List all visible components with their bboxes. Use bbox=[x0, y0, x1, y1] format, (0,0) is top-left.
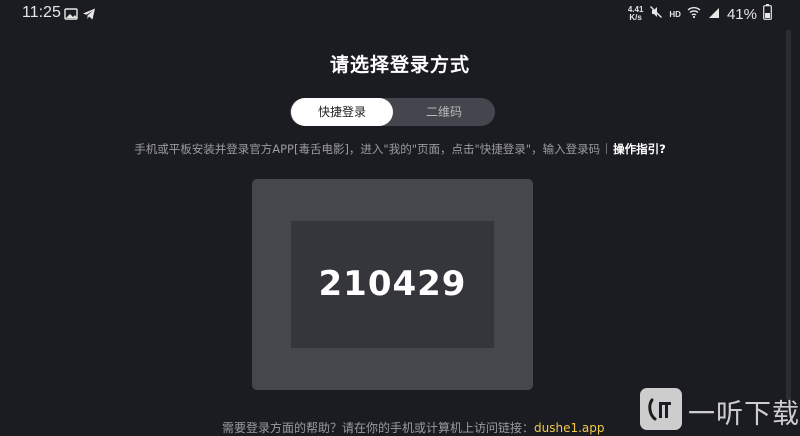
mute-icon bbox=[649, 5, 663, 24]
telegram-icon bbox=[82, 6, 96, 20]
watermark-logo-icon bbox=[640, 388, 682, 430]
tab-qr-code[interactable]: 二维码 bbox=[394, 98, 494, 126]
status-bar: 11:25 4.41 K/s HD 41% bbox=[0, 0, 800, 28]
guide-link[interactable]: 操作指引? bbox=[613, 142, 666, 156]
hd-label: HD bbox=[669, 9, 681, 19]
network-speed-unit: K/s bbox=[629, 13, 642, 22]
help-text-label: 需要登录方面的帮助？请在你的手机或计算机上访问链接： bbox=[222, 421, 535, 435]
instruction-text: 手机或平板安装并登录官方APP[毒舌电影]，进入"我的"页面，点击"快捷登录"，… bbox=[134, 142, 601, 156]
wifi-icon bbox=[687, 5, 701, 24]
login-code-card: 210429 bbox=[252, 179, 533, 390]
watermark: 一听下载 bbox=[640, 388, 800, 430]
login-method-tabs: 快捷登录 二维码 bbox=[290, 98, 495, 126]
watermark-text: 一听下载 bbox=[688, 399, 800, 430]
login-instruction: 手机或平板安装并登录官方APP[毒舌电影]，进入"我的"页面，点击"快捷登录"，… bbox=[0, 141, 800, 157]
help-link[interactable]: dushe1.app bbox=[534, 421, 605, 435]
login-code-box: 210429 bbox=[291, 221, 494, 348]
battery-icon bbox=[763, 3, 772, 25]
gallery-icon bbox=[64, 6, 78, 20]
login-code: 210429 bbox=[318, 264, 467, 304]
network-speed: 4.41 K/s bbox=[628, 6, 644, 22]
divider bbox=[606, 143, 608, 154]
help-text: 需要登录方面的帮助？请在你的手机或计算机上访问链接：dushe1.app bbox=[222, 419, 605, 436]
status-indicators: 4.41 K/s HD 41% bbox=[628, 3, 772, 25]
tab-quick-login[interactable]: 快捷登录 bbox=[291, 98, 393, 126]
status-time: 11:25 bbox=[22, 4, 61, 21]
page-title: 请选择登录方式 bbox=[329, 54, 470, 76]
battery-percent: 41% bbox=[726, 5, 757, 23]
scrollbar[interactable] bbox=[786, 30, 791, 400]
signal-icon bbox=[707, 5, 721, 24]
